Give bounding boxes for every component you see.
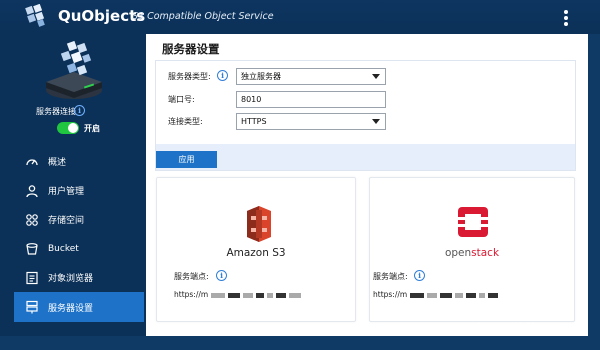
page-title: 服务器设置 <box>162 42 220 56</box>
form-footer <box>156 144 575 170</box>
connection-type-select[interactable]: HTTPS <box>236 113 386 130</box>
sidebar-item-label: 概述 <box>48 158 67 168</box>
app-subtitle: S3 Compatible Object Service <box>132 11 274 22</box>
apply-button[interactable]: 应用 <box>156 151 217 168</box>
main-panel: 服务器设置 服务器类型: i 独立服务器 端口号: 8010 连接类型: HTT… <box>146 34 588 336</box>
sidebar-item-overview[interactable]: 概述 <box>14 147 144 176</box>
sidebar: 服务器连接 i 开启 概述 用户管理 存储空间 Bucket 对象浏览器 服务器… <box>0 34 146 336</box>
quobjects-logo-icon <box>25 4 45 27</box>
redaction-mark <box>488 292 499 298</box>
port-input[interactable]: 8010 <box>236 91 386 108</box>
amazon-s3-card[interactable]: Amazon S3 服务端点: i https://m <box>156 177 356 322</box>
redaction-mark <box>289 292 302 298</box>
gauge-icon <box>24 154 40 170</box>
storage-icon <box>24 212 40 228</box>
endpoint-label: 服务端点: <box>373 272 408 281</box>
endpoint-value: https://m <box>174 290 302 299</box>
sidebar-item-bucket[interactable]: Bucket <box>14 234 144 263</box>
sidebar-item-server-settings[interactable]: 服务器设置 <box>14 292 144 322</box>
redaction-mark <box>276 292 287 298</box>
top-bar: QuObjects S3 Compatible Object Service <box>0 0 600 34</box>
openstack-card[interactable]: openstack 服务端点: i https://m <box>369 177 575 322</box>
endpoint-value: https://m <box>373 290 499 299</box>
connection-type-label: 连接类型: <box>168 117 203 126</box>
user-icon <box>24 183 40 199</box>
redaction-mark <box>440 292 453 298</box>
info-icon[interactable]: i <box>74 105 85 116</box>
server-connection-toggle[interactable] <box>57 122 79 134</box>
redaction-mark <box>267 292 274 298</box>
redaction-mark <box>455 292 464 298</box>
redaction-mark <box>427 292 438 298</box>
server-connection-label: 服务器连接 <box>36 107 76 116</box>
amazon-s3-logo-icon <box>247 206 271 242</box>
server-settings-form: 服务器类型: i 独立服务器 端口号: 8010 连接类型: HTTPS <box>155 60 576 171</box>
server-type-label: 服务器类型: <box>168 72 211 81</box>
server-status-icon <box>46 40 102 99</box>
toggle-label: 开启 <box>84 124 100 133</box>
info-icon[interactable]: i <box>216 270 227 281</box>
sidebar-item-object-browser[interactable]: 对象浏览器 <box>14 263 144 292</box>
sidebar-item-label: Bucket <box>48 243 79 254</box>
endpoint-label: 服务端点: <box>174 272 209 281</box>
sidebar-item-label: 存储空间 <box>48 216 85 226</box>
redaction-mark <box>466 292 477 298</box>
server-settings-icon <box>24 299 40 315</box>
redaction-mark <box>228 292 241 298</box>
bottom-strip <box>0 336 600 350</box>
sidebar-item-storage[interactable]: 存储空间 <box>14 205 144 234</box>
redaction-mark <box>243 292 254 298</box>
openstack-name: openstack <box>370 247 574 259</box>
sidebar-item-users[interactable]: 用户管理 <box>14 176 144 205</box>
info-icon[interactable]: i <box>217 70 228 81</box>
redaction-mark <box>479 292 486 298</box>
more-menu-icon[interactable] <box>564 10 570 26</box>
openstack-logo-icon <box>458 207 488 237</box>
redaction-mark <box>256 292 265 298</box>
amazon-s3-name: Amazon S3 <box>226 247 286 259</box>
sidebar-nav: 概述 用户管理 存储空间 Bucket 对象浏览器 服务器设置 <box>14 147 144 322</box>
object-browser-icon <box>24 270 40 286</box>
endpoint-url: https://m <box>373 290 408 299</box>
openstack-name-stack: stack <box>471 247 500 259</box>
sidebar-item-label: 服务器设置 <box>48 303 94 314</box>
port-label: 端口号: <box>168 95 195 104</box>
redaction-mark <box>211 292 226 298</box>
sidebar-item-label: 用户管理 <box>48 187 85 197</box>
info-icon[interactable]: i <box>414 270 425 281</box>
server-type-select[interactable]: 独立服务器 <box>236 68 386 85</box>
endpoint-url: https://m <box>174 290 209 299</box>
watermark: 值 什么值得买 <box>476 322 546 335</box>
sidebar-item-label: 对象浏览器 <box>48 274 94 284</box>
openstack-name-open: open <box>444 247 472 259</box>
bucket-icon <box>24 241 40 257</box>
redaction-mark <box>410 292 425 298</box>
